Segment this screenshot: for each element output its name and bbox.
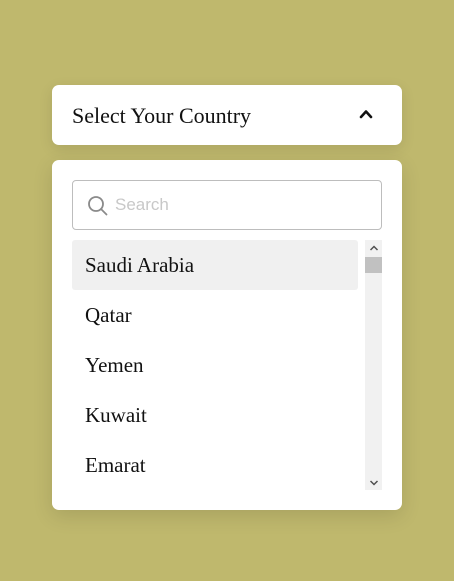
country-select-header[interactable]: Select Your Country [52,85,402,145]
search-input[interactable] [115,182,370,228]
list-item-qatar[interactable]: Qatar [72,290,358,340]
list-item-emarat[interactable]: Emarat [72,440,358,490]
search-box[interactable] [72,180,382,230]
list-item-saudi-arabia[interactable]: Saudi Arabia [72,240,358,290]
select-title: Select Your Country [72,103,252,128]
country-dropdown-panel: Saudi Arabia Qatar Yemen Kuwait Emarat [52,160,402,510]
list-item-kuwait[interactable]: Kuwait [72,390,358,440]
country-list: Saudi Arabia Qatar Yemen Kuwait Emarat [72,240,358,490]
scroll-down-arrow-icon[interactable] [365,475,382,490]
search-icon [87,195,109,217]
list-item-yemen[interactable]: Yemen [72,340,358,390]
list-scrollbar[interactable] [365,240,382,490]
scroll-thumb[interactable] [365,257,382,273]
scroll-up-arrow-icon[interactable] [365,240,382,255]
chevron-up-icon[interactable] [358,106,374,122]
